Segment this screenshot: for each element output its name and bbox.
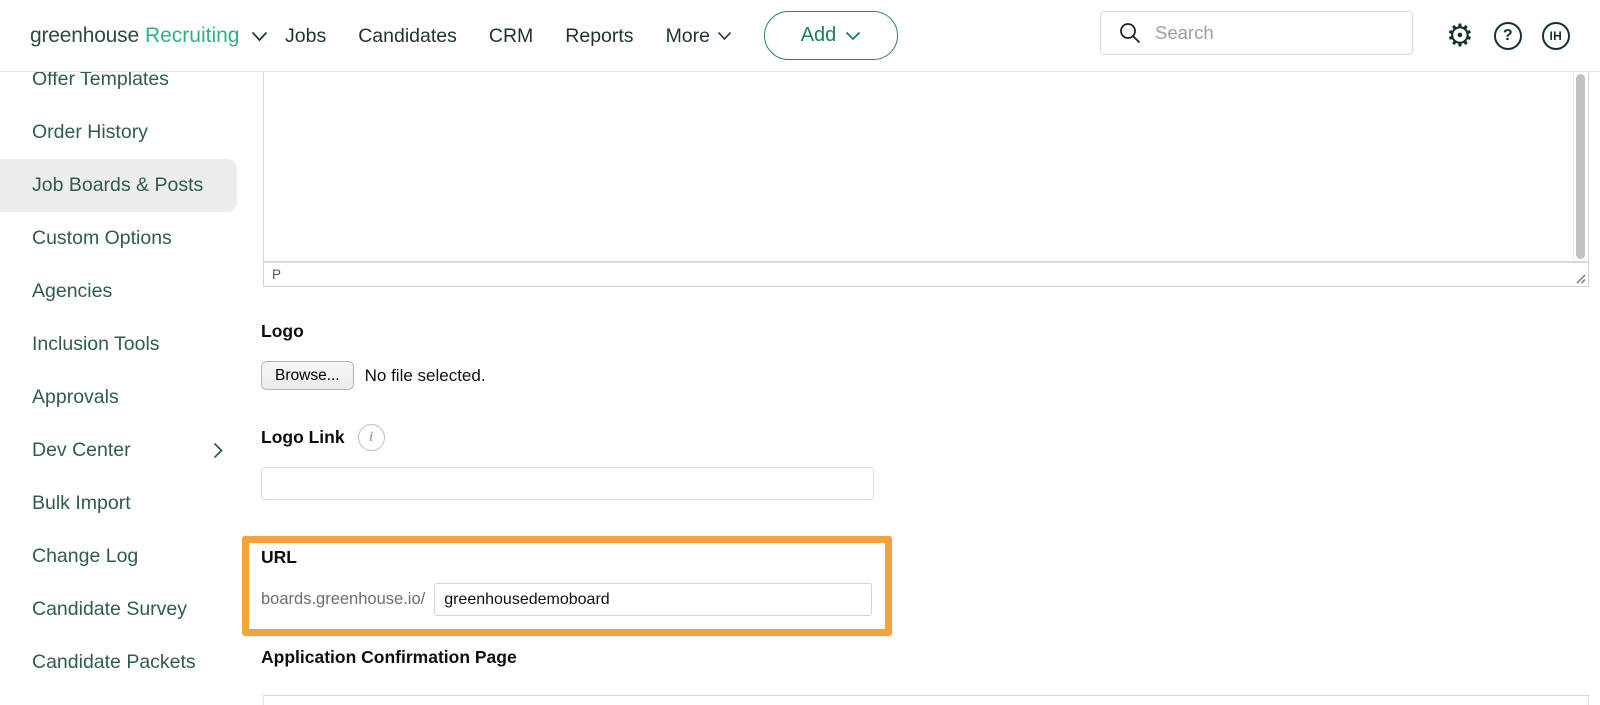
resize-handle-icon[interactable] [1573, 271, 1586, 284]
url-field-row: boards.greenhouse.io/ [261, 583, 872, 616]
sidebar-item-inclusion-tools[interactable]: Inclusion Tools [0, 318, 237, 371]
sidebar-item-order-history[interactable]: Order History [0, 106, 237, 159]
url-input[interactable] [434, 583, 872, 616]
search-icon [1118, 21, 1142, 45]
confirmation-editor-top-edge[interactable] [263, 695, 1589, 705]
logo-link-label: Logo Link [261, 427, 345, 448]
brand-name: greenhouse [30, 24, 139, 48]
gear-icon[interactable]: ⚙ [1446, 21, 1474, 52]
chevron-down-icon [717, 31, 732, 41]
main-nav: Jobs Candidates CRM Reports More [285, 0, 732, 72]
nav-crm[interactable]: CRM [489, 25, 533, 48]
url-highlight-box: URL boards.greenhouse.io/ [242, 536, 892, 636]
logo-file-field: Browse... No file selected. [261, 361, 486, 390]
editor-content-area[interactable] [263, 72, 1589, 262]
settings-sidebar: Offer Templates Order History Job Boards… [0, 72, 237, 705]
nav-candidates[interactable]: Candidates [358, 25, 457, 48]
logo-link-header: Logo Link i [261, 424, 385, 451]
browse-button[interactable]: Browse... [261, 361, 354, 390]
avatar[interactable]: IH [1542, 22, 1570, 50]
sidebar-item-dev-center[interactable]: Dev Center [0, 424, 237, 477]
sidebar-item-candidate-packets[interactable]: Candidate Packets [0, 636, 237, 689]
info-icon[interactable]: i [358, 424, 385, 451]
help-icon[interactable]: ? [1494, 22, 1522, 50]
description-editor: P [263, 72, 1589, 287]
editor-status-bar: P [263, 262, 1589, 287]
global-search [1100, 11, 1413, 55]
top-navbar: greenhouse Recruiting Jobs Candidates CR… [0, 0, 1600, 72]
sidebar-item-approvals[interactable]: Approvals [0, 371, 237, 424]
chevron-down-icon [845, 31, 861, 41]
url-prefix-text: boards.greenhouse.io/ [261, 590, 425, 609]
nav-more[interactable]: More [666, 25, 732, 48]
editor-scrollbar-thumb[interactable] [1576, 74, 1585, 259]
nav-jobs[interactable]: Jobs [285, 25, 326, 48]
sidebar-item-candidate-survey[interactable]: Candidate Survey [0, 583, 237, 636]
logo-link-input[interactable] [261, 467, 874, 500]
sidebar-item-job-boards-posts[interactable]: Job Boards & Posts [0, 159, 237, 212]
editor-element-path: P [272, 267, 281, 282]
chevron-down-icon [251, 31, 268, 42]
sidebar-item-agencies[interactable]: Agencies [0, 265, 237, 318]
application-confirmation-label: Application Confirmation Page [261, 647, 517, 668]
sidebar-item-bulk-import[interactable]: Bulk Import [0, 477, 237, 530]
url-label: URL [261, 547, 297, 568]
sidebar-item-custom-options[interactable]: Custom Options [0, 212, 237, 265]
file-selected-status: No file selected. [365, 366, 486, 386]
sidebar-item-offer-templates[interactable]: Offer Templates [0, 72, 237, 106]
editor-scrollbar-track[interactable] [1573, 72, 1588, 261]
sidebar-item-change-log[interactable]: Change Log [0, 530, 237, 583]
sidebar-list: Offer Templates Order History Job Boards… [0, 72, 237, 689]
search-input[interactable] [1155, 12, 1412, 54]
add-button[interactable]: Add [764, 11, 898, 60]
chevron-right-icon [213, 442, 223, 459]
brand-product: Recruiting [145, 24, 240, 48]
logo-label: Logo [261, 321, 304, 342]
nav-reports[interactable]: Reports [565, 25, 633, 48]
utility-icons: ⚙ ? IH [1446, 0, 1570, 72]
brand-menu[interactable]: greenhouse Recruiting [30, 0, 268, 72]
